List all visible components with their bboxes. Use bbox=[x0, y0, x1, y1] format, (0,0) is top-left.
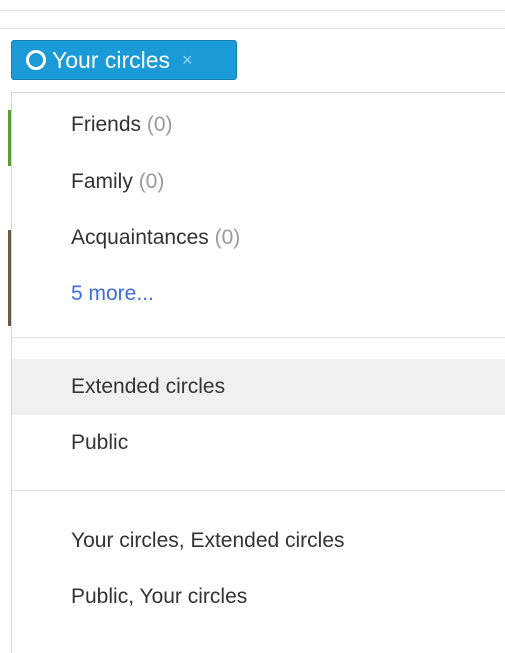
menu-item-label: Acquaintances bbox=[71, 226, 209, 249]
input-divider bbox=[0, 28, 505, 29]
menu-item-public[interactable]: Public bbox=[12, 415, 505, 471]
menu-item-label: Family bbox=[71, 170, 133, 193]
close-icon[interactable]: × bbox=[182, 51, 193, 69]
menu-item-public-your-circles[interactable]: Public, Your circles bbox=[12, 569, 505, 625]
menu-item-count: (0) bbox=[214, 226, 241, 249]
more-circles-link[interactable]: 5 more... bbox=[12, 266, 505, 322]
chip-label: Your circles bbox=[52, 46, 171, 73]
menu-item-count: (0) bbox=[146, 113, 173, 136]
menu-item-label: Friends bbox=[71, 113, 142, 136]
menu-item-family[interactable]: Family (0) bbox=[12, 154, 505, 210]
menu-separator bbox=[12, 490, 505, 491]
menu-item-count: (0) bbox=[138, 170, 165, 193]
circle-icon bbox=[26, 50, 46, 70]
menu-item-your-circles-extended[interactable]: Your circles, Extended circles bbox=[12, 513, 505, 569]
your-circles-chip[interactable]: Your circles × bbox=[11, 40, 237, 80]
menu-item-friends[interactable]: Friends (0) bbox=[12, 97, 505, 153]
menu-item-extended-circles[interactable]: Extended circles bbox=[12, 359, 505, 415]
circles-dropdown: Friends (0) Family (0) Acquaintances (0)… bbox=[11, 92, 505, 653]
top-divider bbox=[0, 10, 505, 11]
menu-item-acquaintances[interactable]: Acquaintances (0) bbox=[12, 210, 505, 266]
menu-separator bbox=[12, 337, 505, 338]
